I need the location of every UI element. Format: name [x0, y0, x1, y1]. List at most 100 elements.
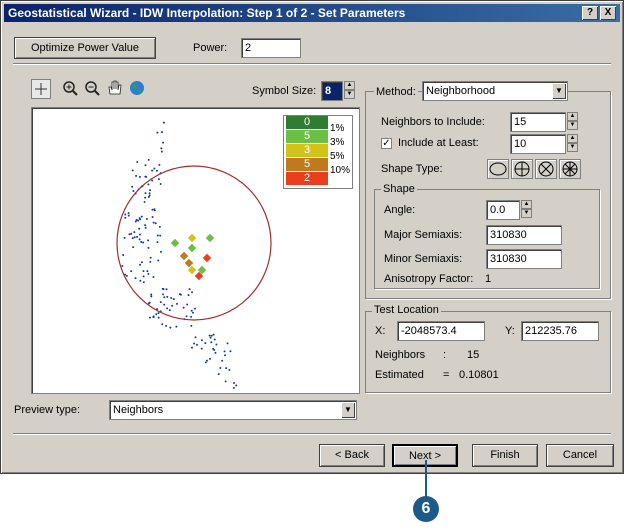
- sample-point: [152, 276, 155, 279]
- preview-type-select[interactable]: Neighbors ▼: [109, 400, 357, 420]
- sample-point: [142, 281, 145, 284]
- cancel-button[interactable]: Cancel: [546, 444, 614, 467]
- symbol-size-spinner[interactable]: ▲ ▼: [344, 81, 355, 101]
- sample-point: [212, 347, 215, 350]
- include-checkbox[interactable]: ✓: [381, 138, 392, 149]
- sample-point: [136, 161, 139, 164]
- sample-point: [200, 339, 203, 342]
- sample-point: [130, 270, 133, 273]
- octant-shape-icon[interactable]: [559, 159, 581, 179]
- sample-point: [143, 201, 146, 204]
- back-button[interactable]: < Back: [319, 444, 385, 467]
- crosshair-icon[interactable]: [31, 79, 51, 99]
- major-semiaxis-input[interactable]: 310830: [486, 225, 562, 245]
- sample-point: [219, 367, 222, 370]
- sample-point: [191, 346, 194, 349]
- sample-point: [144, 192, 147, 195]
- sample-point: [232, 386, 235, 389]
- sample-point: [166, 295, 169, 298]
- include-spinner[interactable]: ▲ ▼: [567, 134, 578, 154]
- sample-point: [170, 297, 173, 300]
- sample-point: [191, 291, 194, 294]
- neighbor-point: [187, 243, 197, 253]
- help-button[interactable]: ?: [582, 6, 598, 20]
- angle-spinner[interactable]: ▲ ▼: [521, 200, 532, 220]
- sample-point: [145, 175, 148, 178]
- method-label: Method:: [374, 86, 418, 98]
- minor-semiaxis-input[interactable]: 310830: [486, 249, 562, 269]
- sample-point: [157, 312, 160, 315]
- sample-point: [148, 192, 151, 195]
- sample-point: [210, 341, 213, 344]
- pan-hand-icon[interactable]: [105, 79, 125, 99]
- sample-point: [149, 189, 152, 192]
- sample-point: [130, 232, 133, 235]
- sample-point: [151, 179, 154, 182]
- sample-point: [163, 296, 166, 299]
- sample-point: [224, 380, 227, 383]
- symbol-size-input[interactable]: 8: [321, 81, 343, 101]
- sample-point: [193, 307, 196, 310]
- sample-point: [223, 350, 226, 353]
- preview-type-label: Preview type:: [14, 404, 81, 416]
- sample-point: [134, 220, 137, 223]
- sample-point: [162, 293, 165, 296]
- sample-point: [212, 333, 215, 336]
- chevron-down-icon[interactable]: ▼: [341, 402, 355, 418]
- sample-point: [147, 158, 150, 161]
- neighbor-point: [170, 238, 180, 248]
- search-neighborhood-circle: [116, 165, 272, 321]
- quadrant-offset-shape-icon[interactable]: [535, 159, 557, 179]
- include-input[interactable]: 10: [510, 134, 566, 154]
- x-label: X:: [375, 325, 386, 337]
- chevron-down-icon[interactable]: ▼: [552, 83, 566, 99]
- neighbors-input[interactable]: 15: [510, 112, 566, 132]
- sample-point: [150, 295, 153, 298]
- sample-point: [140, 215, 143, 218]
- zoom-in-icon[interactable]: [61, 79, 81, 99]
- sample-point: [125, 274, 128, 277]
- sample-point: [235, 384, 238, 387]
- optimize-power-button[interactable]: Optimize Power Value: [14, 37, 156, 59]
- sample-point: [124, 216, 127, 219]
- sample-point: [138, 217, 141, 220]
- sample-point: [123, 236, 126, 239]
- zoom-out-icon[interactable]: [83, 79, 103, 99]
- preview-type-value: Neighbors: [113, 404, 164, 416]
- sample-point: [156, 234, 159, 237]
- sample-point: [228, 368, 231, 371]
- callout-line: [425, 460, 427, 498]
- globe-icon[interactable]: [128, 79, 148, 99]
- legend-row: 0 1%: [284, 116, 352, 134]
- neighbor-point: [179, 251, 189, 261]
- sample-point: [179, 293, 182, 296]
- quadrant-shape-icon[interactable]: [511, 159, 533, 179]
- finish-button[interactable]: Finish: [472, 444, 538, 467]
- x-input[interactable]: -2048573.4: [397, 321, 485, 341]
- sample-point: [171, 304, 174, 307]
- sample-point: [166, 307, 169, 310]
- sample-point: [187, 294, 190, 297]
- close-button[interactable]: X: [600, 6, 616, 20]
- neighbors-spinner[interactable]: ▲ ▼: [567, 112, 578, 132]
- y-input[interactable]: 212235.76: [521, 321, 599, 341]
- sample-point: [149, 256, 152, 259]
- method-select[interactable]: Neighborhood ▼: [422, 81, 568, 101]
- ellipse-shape-icon[interactable]: [487, 159, 509, 179]
- anisotropy-label: Anisotropy Factor:: [384, 273, 474, 285]
- sample-point: [156, 131, 159, 134]
- legend-swatch: 5: [286, 130, 328, 143]
- neighbors-label: Neighbors to Include:: [381, 116, 485, 128]
- include-label: Include at Least:: [398, 137, 479, 149]
- sample-point: [128, 233, 131, 236]
- sample-point: [139, 263, 142, 266]
- test-location-title: Test Location: [372, 304, 441, 316]
- power-input[interactable]: 2: [241, 38, 301, 58]
- sample-point: [140, 241, 143, 244]
- sample-point: [192, 311, 195, 314]
- sample-point: [188, 288, 191, 291]
- angle-input[interactable]: 0.0: [486, 200, 520, 220]
- sample-point: [160, 150, 163, 153]
- test-neighbors-value: 15: [467, 349, 480, 361]
- sample-point: [133, 236, 136, 239]
